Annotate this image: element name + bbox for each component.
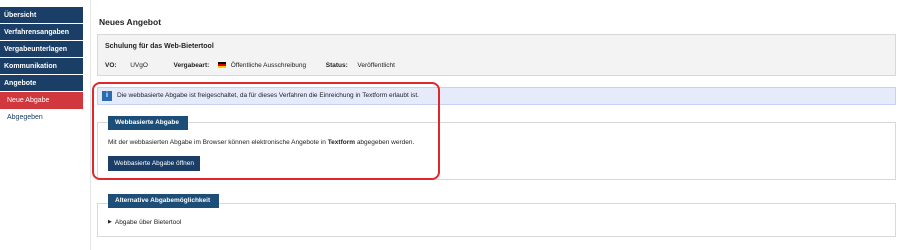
procedure-meta-row: VO: UVgO Vergabeart: Öffentliche Ausschr… (105, 62, 395, 69)
procedure-name: Schulung für das Web-Bietertool (105, 43, 214, 50)
status-value: Veröffentlicht (357, 62, 395, 69)
open-web-submission-button[interactable]: Webbasierte Abgabe öffnen (108, 156, 200, 171)
sidebar-divider (90, 0, 91, 250)
expand-triangle-icon: ▶ (108, 219, 112, 225)
page-title: Neues Angebot (99, 17, 162, 27)
sidebar-nav: Übersicht Verfahrensangaben Vergabeunter… (0, 7, 83, 126)
info-icon: i (102, 91, 112, 101)
web-submission-panel (97, 122, 896, 180)
alternative-submission-tab: Alternative Abgabemöglichkeit (108, 194, 219, 208)
vergabeart-label: Vergabeart: (173, 62, 210, 69)
bietertool-expander[interactable]: ▶ Abgabe über Bietertool (108, 219, 181, 226)
procedure-info-box: Schulung für das Web-Bietertool VO: UVgO… (97, 34, 896, 76)
sidebar-item-verfahrensangaben[interactable]: Verfahrensangaben (0, 24, 83, 41)
web-submission-tab: Webbasierte Abgabe (108, 116, 188, 130)
sidebar-item-uebersicht[interactable]: Übersicht (0, 7, 83, 24)
sidebar-subitem-neue-abgabe[interactable]: Neue Abgabe (0, 92, 83, 109)
bietertool-expander-label: Abgabe über Bietertool (114, 219, 182, 226)
vo-value: UVgO (130, 62, 148, 69)
textform-emphasis: Textform (327, 139, 356, 146)
sidebar-item-vergabeunterlagen[interactable]: Vergabeunterlagen (0, 41, 83, 58)
status-label: Status: (325, 62, 348, 69)
web-submission-description: Mit der webbasierten Abgabe im Browser k… (108, 139, 415, 146)
notice-text: Die webbasierte Abgabe ist freigeschalte… (117, 92, 419, 99)
vo-label: VO: (105, 62, 117, 69)
sidebar-item-kommunikation[interactable]: Kommunikation (0, 58, 83, 75)
sidebar-subitem-abgegeben[interactable]: Abgegeben (0, 109, 83, 126)
vergabeart-value: Öffentliche Ausschreibung (230, 62, 307, 69)
german-flag-icon (217, 62, 226, 68)
alternative-submission-panel (97, 203, 896, 237)
sidebar-item-angebote[interactable]: Angebote (0, 75, 83, 92)
info-notice: i Die webbasierte Abgabe ist freigeschal… (97, 87, 896, 105)
